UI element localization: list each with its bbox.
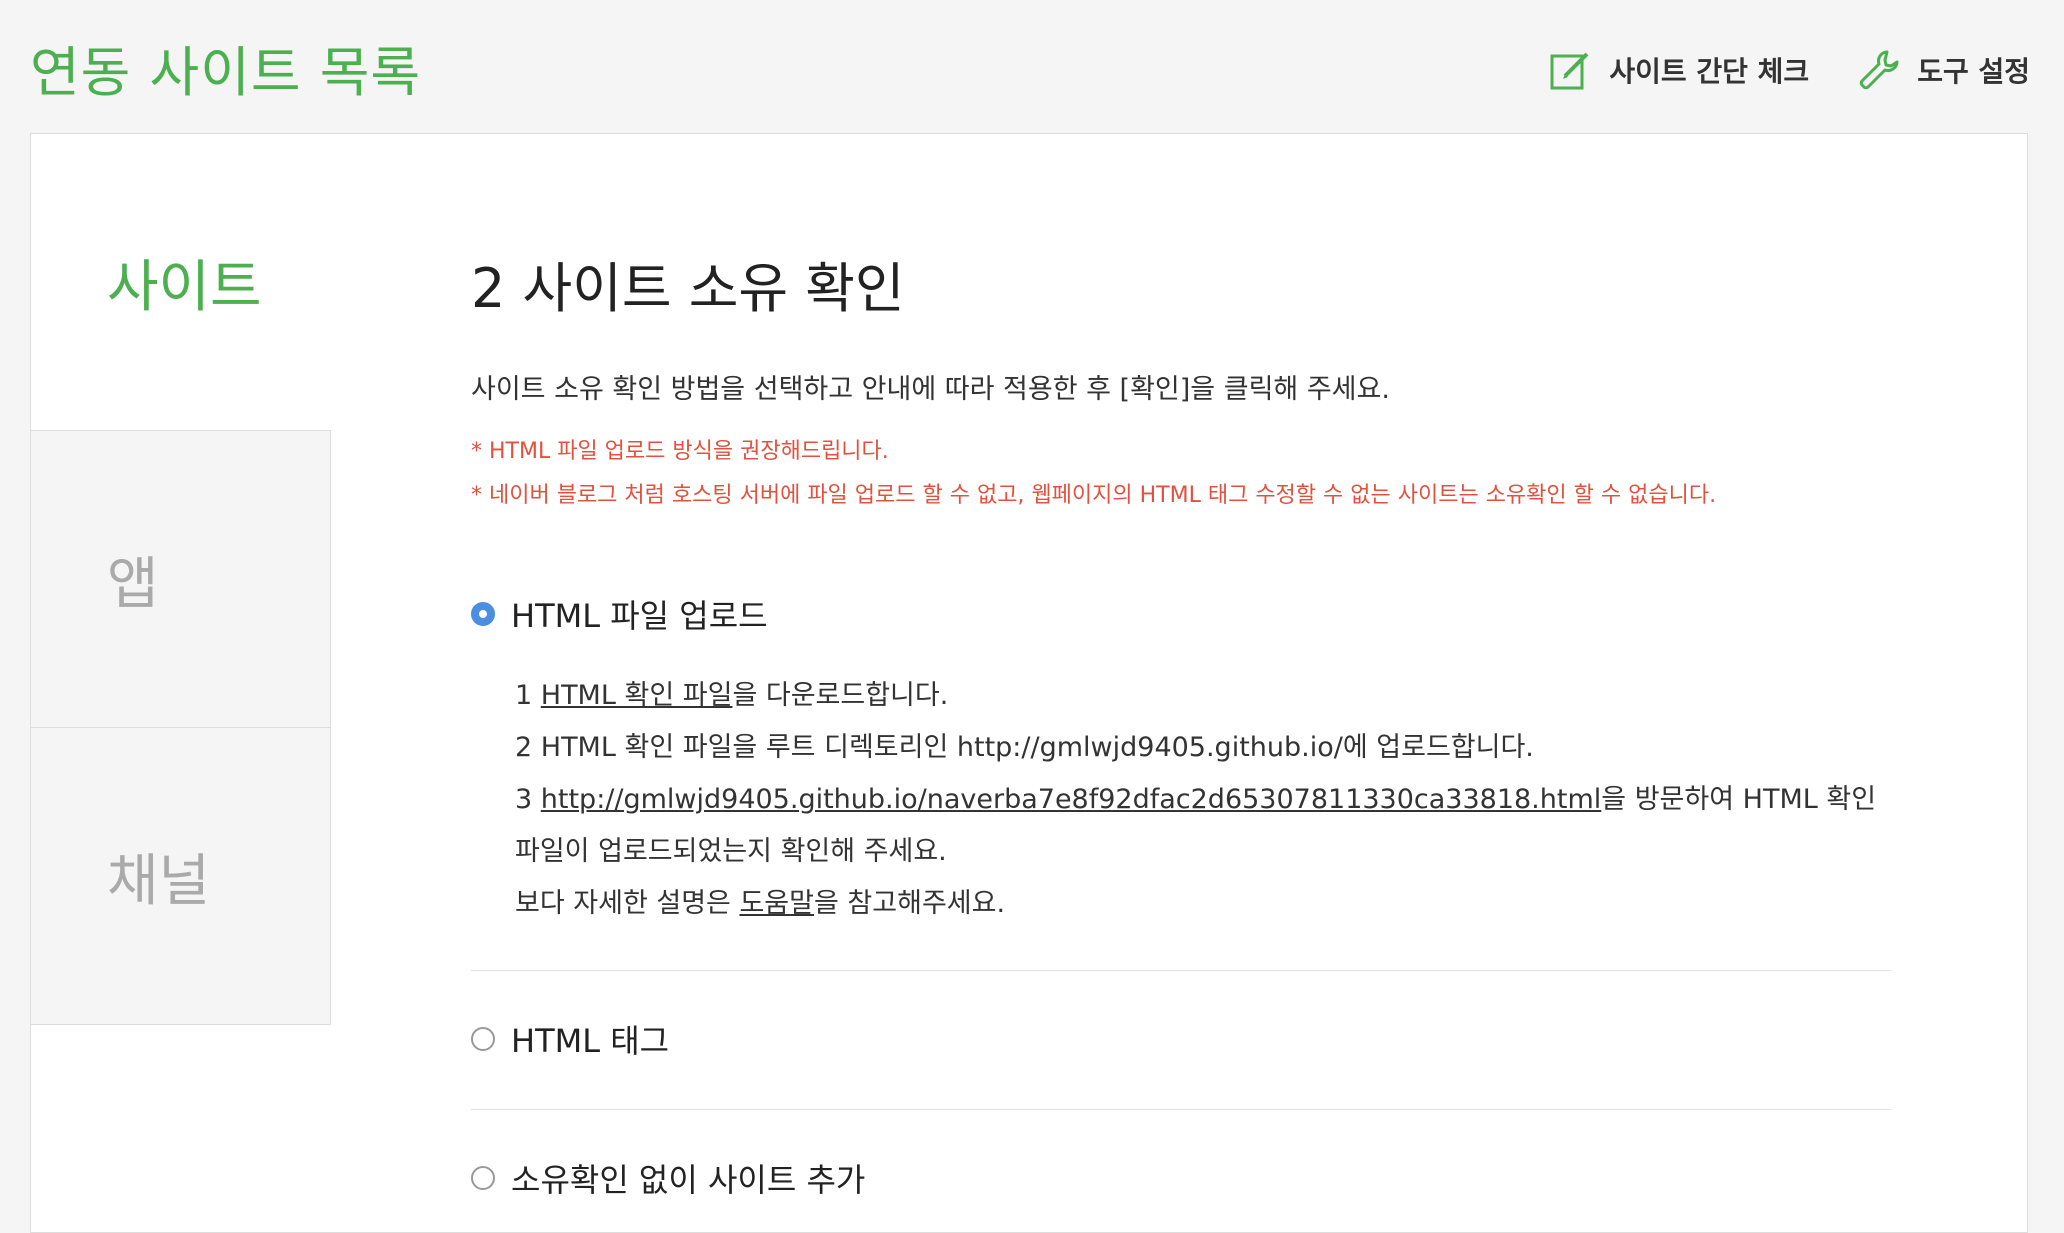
intro-text: 사이트 소유 확인 방법을 선택하고 안내에 따라 적용한 후 [확인]을 클릭… <box>471 374 1390 405</box>
tool-settings-label: 도구 설정 <box>1917 55 2030 88</box>
step-1: 1 HTML 확인 파일을 다운로드합니다. <box>515 670 1891 722</box>
help-text: 보다 자세한 설명은 도움말을 참고해주세요. <box>515 878 1891 930</box>
sidebar-item-channel[interactable]: 채널 <box>31 728 331 1025</box>
site-quick-check-label: 사이트 간단 체크 <box>1609 55 1810 88</box>
content-card: 사이트 앱 채널 2 사이트 소유 확인 사이트 소유 확인 방법을 선택하고 … <box>30 133 2028 1233</box>
edit-check-icon <box>1550 52 1589 90</box>
verification-options: HTML 파일 업로드 1 HTML 확인 파일을 다운로드합니다. 2 HTM… <box>471 578 1891 1214</box>
option-html-file-upload: HTML 파일 업로드 1 HTML 확인 파일을 다운로드합니다. 2 HTM… <box>471 578 1891 971</box>
radio-button[interactable] <box>471 1027 495 1051</box>
step-3-number: 3 <box>515 784 541 815</box>
option-label: HTML 파일 업로드 <box>511 597 768 635</box>
page-title: 연동 사이트 목록 <box>30 41 422 104</box>
main-content: 2 사이트 소유 확인 사이트 소유 확인 방법을 선택하고 안내에 따라 적용… <box>471 244 1891 1214</box>
note-warning: * 네이버 블로그 처럼 호스팅 서버에 파일 업로드 할 수 없고, 웹페이지… <box>471 483 1717 508</box>
option-html-file-upload-body: 1 HTML 확인 파일을 다운로드합니다. 2 HTML 확인 파일을 루트 … <box>471 650 1891 970</box>
radio-button[interactable] <box>471 1166 495 1190</box>
verification-url-link[interactable]: http://gmlwjd9405.github.io/naverba7e8f9… <box>541 784 1602 815</box>
option-html-file-upload-head[interactable]: HTML 파일 업로드 <box>471 578 1891 650</box>
sidebar-item-label: 채널 <box>107 848 211 914</box>
step-2: 2 HTML 확인 파일을 루트 디렉토리인 http://gmlwjd9405… <box>515 732 1534 763</box>
tool-settings-button[interactable]: 도구 설정 <box>1857 48 2030 92</box>
help-text-pre: 보다 자세한 설명은 <box>515 888 740 919</box>
site-quick-check-button[interactable]: 사이트 간단 체크 <box>1549 48 1809 92</box>
sidebar: 사이트 앱 채널 <box>31 134 331 1025</box>
radio-button-checked[interactable] <box>471 602 495 626</box>
sidebar-item-label: 앱 <box>107 551 159 617</box>
header-tools: 사이트 간단 체크 도구 설정 <box>1549 48 2030 92</box>
option-html-tag: HTML 태그 <box>471 971 1891 1110</box>
wrench-icon <box>1859 50 1899 90</box>
step-3: 3 http://gmlwjd9405.github.io/naverba7e8… <box>515 774 1891 878</box>
option-label: 소유확인 없이 사이트 추가 <box>511 1161 866 1199</box>
step-1-text: 을 다운로드합니다. <box>732 680 949 711</box>
sidebar-item-site[interactable]: 사이트 <box>31 134 331 431</box>
option-label: HTML 태그 <box>511 1022 670 1060</box>
sidebar-item-label: 사이트 <box>107 254 262 320</box>
help-link[interactable]: 도움말 <box>739 888 814 919</box>
option-add-without-verification: 소유확인 없이 사이트 추가 <box>471 1110 1891 1214</box>
download-html-file-link[interactable]: HTML 확인 파일 <box>541 680 733 711</box>
note-recommend: * HTML 파일 업로드 방식을 권장해드립니다. <box>471 439 889 464</box>
step-title: 2 사이트 소유 확인 <box>471 257 905 320</box>
help-text-post: 을 참고해주세요. <box>814 888 1006 919</box>
option-add-without-verification-head[interactable]: 소유확인 없이 사이트 추가 <box>471 1142 1891 1214</box>
option-html-tag-head[interactable]: HTML 태그 <box>471 1003 1891 1075</box>
notes: * HTML 파일 업로드 방식을 권장해드립니다. * 네이버 블로그 처럼 … <box>471 430 1891 518</box>
step-1-number: 1 <box>515 680 541 711</box>
sidebar-item-app[interactable]: 앱 <box>31 431 331 728</box>
